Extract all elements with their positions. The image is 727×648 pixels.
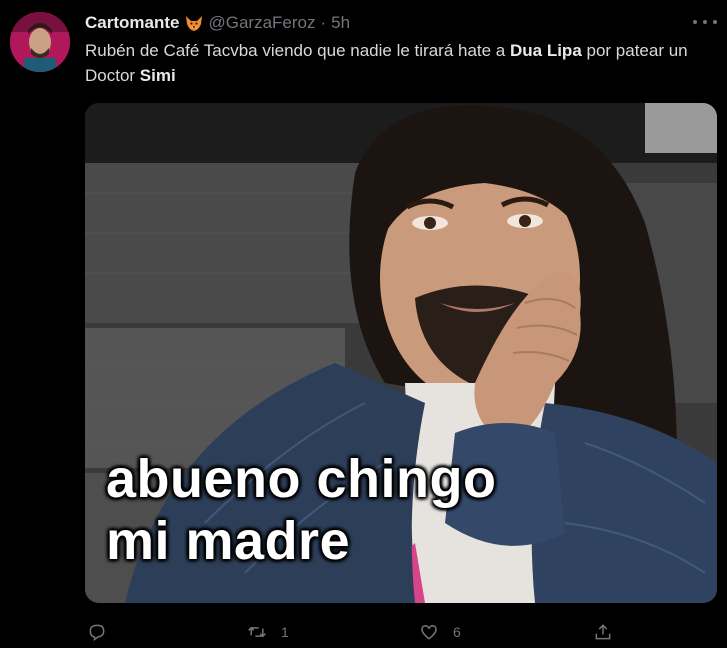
retweet-icon xyxy=(248,626,266,638)
heart-icon xyxy=(421,624,437,640)
fox-emoji-icon xyxy=(184,13,204,33)
author-name[interactable]: Cartomante xyxy=(85,13,179,33)
reply-button[interactable] xyxy=(87,618,107,646)
author-handle[interactable]: @GarzaFeroz xyxy=(208,13,315,33)
tweet-text-bold-simi[interactable]: Simi xyxy=(140,66,176,85)
separator-dot: · xyxy=(320,13,327,32)
avatar[interactable] xyxy=(10,12,70,72)
tweet-header: Cartomante @GarzaFeroz · 5h xyxy=(85,12,350,34)
meme-caption: abueno chingo mi madre xyxy=(106,449,497,571)
retweet-button[interactable]: 1 xyxy=(247,618,289,646)
tweet-text-part1: Rubén de Café Tacvba viendo que nadie le… xyxy=(85,41,510,60)
retweet-count: 1 xyxy=(281,624,289,640)
like-button[interactable]: 6 xyxy=(419,618,461,646)
tweet-text-bold-dua-lipa[interactable]: Dua Lipa xyxy=(510,41,582,60)
reply-icon xyxy=(89,624,105,641)
tweet-text: Rubén de Café Tacvba viendo que nadie le… xyxy=(85,38,720,88)
more-options-icon[interactable] xyxy=(693,14,717,30)
tweet-actions: 1 6 xyxy=(85,618,717,646)
tweet-time[interactable]: 5h xyxy=(331,13,350,33)
share-icon xyxy=(595,624,611,640)
like-count: 6 xyxy=(453,624,461,640)
share-button[interactable] xyxy=(593,618,613,646)
